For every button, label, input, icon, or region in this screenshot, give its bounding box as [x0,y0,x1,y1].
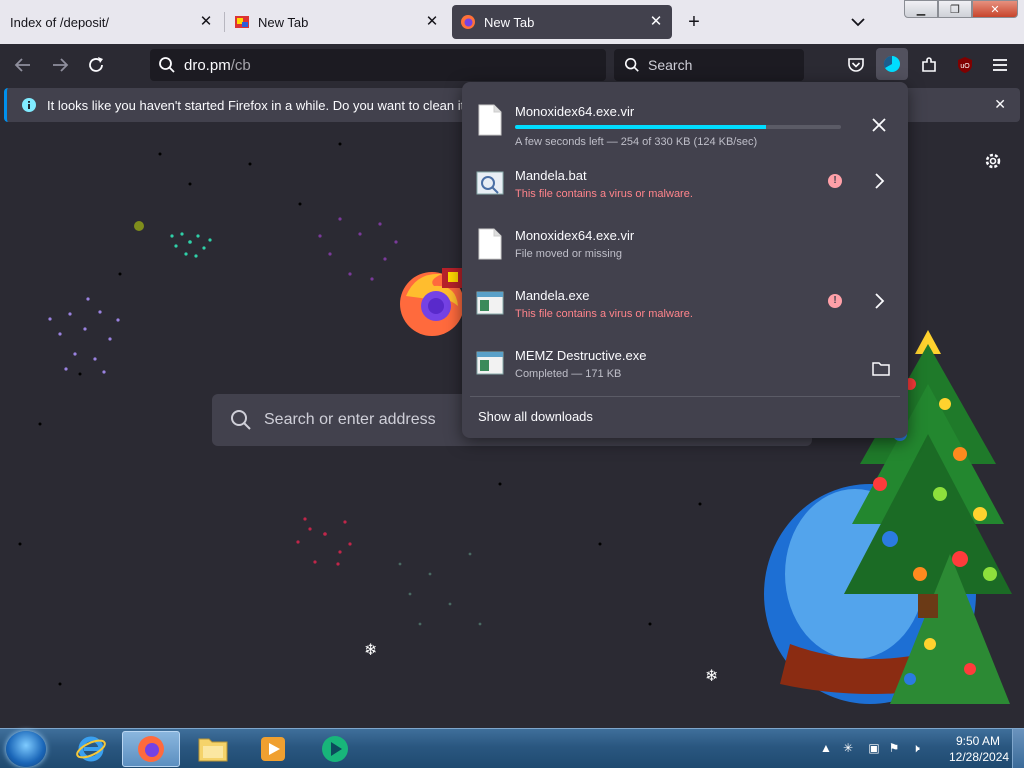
download-item[interactable]: Mandela.exe This file contains a virus o… [462,274,908,334]
search-icon [159,57,175,73]
snowflake-icon: ❄ [705,668,719,685]
download-item[interactable]: Monoxidex64.exe.vir File moved or missin… [462,214,908,274]
gear-icon[interactable] [982,150,1004,172]
url-path: /cb [230,56,251,74]
executable-file-icon [476,291,504,315]
minimize-button[interactable]: ▁ [904,0,938,18]
maximize-button[interactable]: ❐ [938,0,972,18]
tab-new-tab-active[interactable]: New Tab ✕ [452,5,672,39]
taskbar: ▲ ✳ ▣ ⚑ 🕨 9:50 AM 12/28/2024 [0,728,1024,768]
info-icon [22,98,36,112]
file-icon [478,104,502,136]
ublock-origin-icon[interactable]: uO [954,54,976,76]
chevron-right-icon[interactable] [872,290,886,312]
download-name: MEMZ Destructive.exe [515,348,647,363]
show-all-downloads-button[interactable]: Show all downloads [478,409,593,424]
back-arrow-icon[interactable] [12,54,34,76]
tab-separator [224,12,225,32]
file-explorer-taskbar-button[interactable] [184,731,242,767]
clock-date[interactable]: 12/28/2024 [949,750,1009,764]
clock-time[interactable]: 9:50 AM [956,734,1000,748]
download-status: File moved or missing [515,248,622,260]
media-player-taskbar-button[interactable] [244,731,302,767]
pocket-icon[interactable] [845,54,867,76]
internet-explorer-taskbar-button[interactable] [62,731,120,767]
volume-muted-icon[interactable]: 🕨 [908,741,924,757]
url-bar[interactable]: dro.pm/cb [150,49,606,81]
download-item[interactable]: Mandela.bat This file contains a virus o… [462,154,908,214]
extensions-puzzle-icon[interactable] [918,54,940,76]
download-item[interactable]: MEMZ Destructive.exe Completed — 171 KB [462,334,908,394]
snowflake-icon: ❄ [364,642,378,659]
warning-icon: ! [828,174,842,188]
folder-icon [198,738,228,762]
close-tab-icon[interactable]: ✕ [198,14,214,30]
firefox-favicon-icon [461,15,475,29]
folder-icon[interactable] [872,360,890,376]
reload-icon[interactable] [85,54,107,76]
tab-title: Index of /deposit/ [10,14,110,30]
chevron-right-icon[interactable] [872,170,886,192]
forward-arrow-icon[interactable] [49,54,71,76]
batch-file-icon [476,171,504,195]
executable-file-icon [476,351,504,375]
notification-text: It looks like you haven't started Firefo… [47,97,502,113]
nav-toolbar: dro.pm/cb Search uO [0,44,1024,86]
ublock-shield-icon: uO [958,57,972,73]
close-tab-icon[interactable]: ✕ [648,14,664,30]
media-player-icon [261,737,285,761]
downloads-panel: Monoxidex64.exe.vir A few seconds left —… [462,82,908,438]
action-center-flag-icon[interactable]: ⚑ [886,741,902,757]
new-tab-button[interactable]: + [684,12,704,32]
download-status: Completed — 171 KB [515,368,622,380]
download-status-malware: This file contains a virus or malware. [515,308,693,320]
snowflake-tray-icon[interactable]: ✳ [840,741,856,757]
tab-strip: Index of /deposit/ ✕ New Tab ✕ New Tab ✕… [0,0,1024,44]
search-icon [231,410,251,430]
download-name: Mandela.bat [515,168,587,183]
download-progress-icon [883,55,900,72]
show-desktop-button[interactable] [1012,729,1024,768]
search-bar[interactable]: Search [614,49,804,81]
hamburger-menu-icon[interactable] [989,54,1011,76]
file-icon [478,228,502,260]
internet-explorer-icon [76,736,106,762]
download-status-malware: This file contains a virus or malware. [515,188,693,200]
url-host: dro.pm [184,56,231,74]
downloads-button[interactable] [876,48,908,80]
tab-title: New Tab [484,14,535,30]
svg-text:uO: uO [960,63,970,70]
window-controls: ▁ ❐ ✕ [904,0,1018,18]
green-play-app-icon [322,736,348,762]
firefox-logo-icon [400,268,466,336]
close-tab-icon[interactable]: ✕ [424,14,440,30]
close-window-button[interactable]: ✕ [972,0,1018,18]
cancel-download-icon[interactable] [870,116,888,134]
download-status: A few seconds left — 254 of 330 KB (124 … [515,136,758,148]
chevron-down-icon[interactable] [848,12,868,32]
system-tray: ▲ ✳ ▣ ⚑ 🕨 9:50 AM 12/28/2024 [814,729,1024,768]
tab-new-tab[interactable]: New Tab ✕ [226,2,448,42]
firefox-taskbar-button[interactable] [122,731,180,767]
warning-icon: ! [828,294,842,308]
firefox-icon [138,736,164,762]
download-name: Monoxidex64.exe.vir [515,104,635,119]
download-name: Mandela.exe [515,288,590,303]
search-icon [624,57,639,72]
download-item[interactable]: Monoxidex64.exe.vir A few seconds left —… [462,90,908,150]
download-progress-bar [515,125,841,129]
tab-title: New Tab [258,14,309,30]
download-name: Monoxidex64.exe.vir [515,228,635,243]
start-button[interactable] [6,731,46,767]
network-icon[interactable]: ▣ [866,741,882,757]
divider [470,396,900,397]
new-tab-search-placeholder: Search or enter address [264,411,436,428]
app-taskbar-button[interactable] [306,731,364,767]
show-hidden-icons-icon[interactable]: ▲ [818,741,834,757]
memz-favicon-icon [235,16,249,28]
search-bar-placeholder: Search [648,57,693,73]
tab-index-deposit[interactable]: Index of /deposit/ ✕ [0,2,222,42]
close-notification-icon[interactable]: ✕ [994,96,1006,113]
